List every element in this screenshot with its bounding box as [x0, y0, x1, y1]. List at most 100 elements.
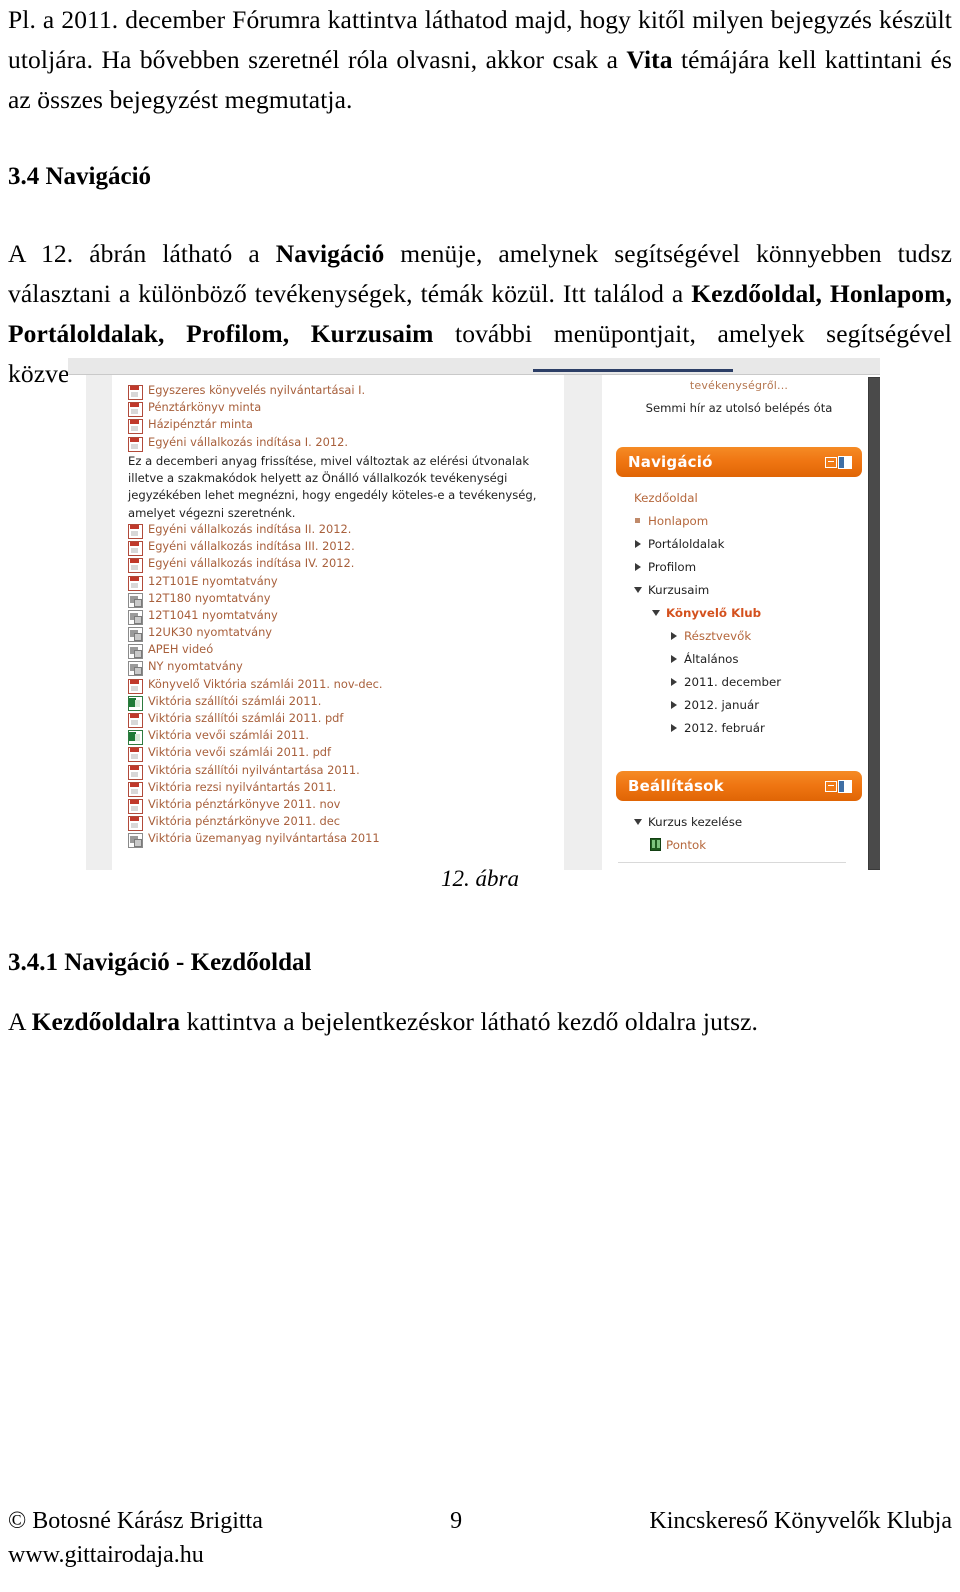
dock-block-icon[interactable] — [838, 455, 852, 469]
resource-link-label: Viktória szállítói nyilvántartása 2011. — [148, 762, 360, 777]
resource-link-row[interactable]: Könyvelő Viktória számlái 2011. nov-dec. — [128, 677, 558, 694]
nav-tree-item[interactable]: Portáloldalak — [618, 532, 862, 555]
resource-link-row[interactable]: Viktória szállítói nyilvántartása 2011. — [128, 763, 558, 780]
resource-link-row[interactable]: 12T1041 nyomtatvány — [128, 608, 558, 625]
resource-link-row[interactable]: 12T101E nyomtatvány — [128, 574, 558, 591]
resource-link-row[interactable]: Viktória szállítói számlái 2011. — [128, 694, 558, 711]
nav-tree-item[interactable]: 2012. február — [618, 716, 862, 739]
nav-tree-item[interactable]: Általános — [618, 647, 862, 670]
browser-tab-underline — [533, 369, 733, 372]
resource-link-row[interactable]: 12T180 nyomtatvány — [128, 591, 558, 608]
nav-tree-item-label: Könyvelő Klub — [666, 605, 762, 620]
footer-author: © Botosné Kárász Brigitta — [8, 1508, 263, 1534]
chevron-down-icon[interactable] — [650, 609, 661, 616]
navigation-block-controls[interactable] — [825, 455, 852, 469]
settings-block-title: Beállítások — [628, 777, 724, 795]
nav-tree-item[interactable]: 2012. január — [618, 693, 862, 716]
settings-block-controls[interactable] — [825, 779, 852, 793]
chevron-down-icon[interactable] — [632, 586, 643, 593]
collapse-block-icon[interactable] — [825, 456, 837, 468]
resource-link-label: Viktória pénztárkönyve 2011. dec — [148, 814, 340, 829]
chevron-right-glyph — [670, 723, 677, 732]
nav-tree-item[interactable]: Kurzus kezelése — [618, 810, 862, 833]
excel-icon — [128, 730, 143, 746]
chevron-right-icon[interactable] — [632, 539, 643, 548]
nav-tree-item[interactable]: Profilom — [618, 555, 862, 578]
resource-link-label: Viktória üzemanyag nyilvántartása 2011 — [148, 831, 380, 846]
resource-link-row[interactable]: Viktória pénztárkönyve 2011. dec — [128, 814, 558, 832]
paragraph-navigation-part-a: A 12. ábrán látható a — [8, 239, 276, 268]
resource-link-row[interactable]: Pénztárkönyv minta — [128, 400, 558, 418]
chevron-right-icon[interactable] — [668, 677, 679, 686]
resource-link-row[interactable]: NY nyomtatvány — [128, 659, 558, 677]
video-icon — [128, 609, 143, 625]
resource-link-row[interactable]: Viktória üzemanyag nyilvántartása 2011 — [128, 831, 558, 849]
chevron-right-icon[interactable] — [632, 562, 643, 571]
block-divider — [618, 862, 846, 863]
resource-link-label: Házipénztár minta — [148, 417, 253, 432]
right-side-column: tevékenységről... Semmi hír az utolsó be… — [616, 379, 862, 863]
collapse-block-icon[interactable] — [825, 780, 837, 792]
settings-block-header[interactable]: Beállítások — [616, 771, 862, 801]
pdf-icon — [128, 523, 143, 539]
resource-link-row[interactable]: Házipénztár minta — [128, 417, 558, 435]
nav-tree-item[interactable]: Könyvelő Klub — [618, 601, 862, 624]
resource-link-label: 12T1041 nyomtatvány — [148, 607, 278, 622]
left-gutter-rail — [86, 375, 112, 870]
nav-tree-item[interactable]: 2011. december — [618, 670, 862, 693]
nav-tree-item-label: Kurzus kezelése — [648, 814, 743, 829]
chevron-right-icon[interactable] — [668, 654, 679, 663]
chevron-right-icon[interactable] — [668, 723, 679, 732]
nav-tree-item[interactable]: Pontok — [618, 833, 862, 856]
bullet-square-icon[interactable] — [632, 518, 643, 523]
chevron-right-icon[interactable] — [668, 631, 679, 640]
resource-link-label: Egyéni vállalkozás indítása II. 2012. — [148, 521, 352, 536]
heading-3-4-1: 3.4.1 Navigáció - Kezdőoldal — [8, 949, 312, 976]
resource-link-row[interactable]: Egyéni vállalkozás indítása IV. 2012. — [128, 556, 558, 574]
resource-link-row[interactable]: 12UK30 nyomtatvány — [128, 625, 558, 643]
pdf-icon — [128, 541, 143, 557]
resource-link-label: Viktória vevői számlái 2011. pdf — [148, 745, 332, 760]
chevron-down-icon[interactable] — [632, 818, 643, 825]
browser-top-strip — [68, 358, 880, 375]
vertical-scrollbar[interactable] — [866, 375, 880, 870]
resource-note-text: Ez a decemberi anyag frissítése, mivel v… — [128, 453, 537, 520]
resource-link-label: 12T180 nyomtatvány — [148, 590, 271, 605]
nav-tree-item[interactable]: Kezdőoldal — [618, 486, 862, 509]
resource-link-label: APEH videó — [148, 642, 214, 657]
resource-link-row[interactable]: Egyéni vállalkozás indítása I. 2012. — [128, 435, 558, 452]
page-footer: © Botosné Kárász Brigitta www.gittairoda… — [8, 1504, 952, 1572]
paragraph-intro-bold-vita: Vita — [626, 45, 673, 74]
paragraph-intro: Pl. a 2011. december Fórumra kattintva l… — [8, 0, 952, 120]
resource-link-row[interactable]: Viktória pénztárkönyve 2011. nov — [128, 797, 558, 814]
chevron-right-glyph — [634, 539, 641, 548]
grid-icon[interactable] — [650, 838, 661, 851]
resource-link-row[interactable]: Egyéni vállalkozás indítása III. 2012. — [128, 539, 558, 557]
resource-link-row[interactable]: Egyéni vállalkozás indítása II. 2012. — [128, 522, 558, 539]
nav-tree-item-label: Portáloldalak — [648, 536, 725, 551]
paragraph-kezdooldal: A Kezdőoldalra kattintva a bejelentkezés… — [8, 1002, 952, 1042]
pdf-icon — [128, 747, 143, 763]
chevron-right-glyph — [670, 677, 677, 686]
pdf-icon — [128, 816, 143, 832]
pdf-icon — [128, 558, 143, 574]
nav-tree-item[interactable]: Honlapom — [618, 509, 862, 532]
resource-link-row[interactable]: Viktória szállítói számlái 2011. pdf — [128, 711, 558, 728]
resource-link-row[interactable]: APEH videó — [128, 642, 558, 660]
navigation-block-header[interactable]: Navigáció — [616, 447, 862, 477]
scrollbar-thumb[interactable] — [868, 377, 880, 870]
pdf-icon — [128, 764, 143, 780]
footer-copyright: © Botosné Kárász Brigitta www.gittairoda… — [8, 1504, 263, 1572]
resource-link-row[interactable]: Viktória vevői számlái 2011. — [128, 728, 558, 746]
nav-tree-item[interactable]: Kurzusaim — [618, 578, 862, 601]
video-icon — [128, 644, 143, 660]
navigation-block-title: Navigáció — [628, 453, 713, 471]
dock-block-icon[interactable] — [838, 779, 852, 793]
resource-link-label: Viktória vevői számlái 2011. — [148, 728, 309, 743]
nav-tree-item[interactable]: Résztvevők — [618, 624, 862, 647]
resource-link-row[interactable]: Viktória vevői számlái 2011. pdf — [128, 745, 558, 763]
nav-tree-item-label: Általános — [684, 651, 739, 666]
resource-link-row[interactable]: Egyszeres könyvelés nyilvántartásai I. — [128, 383, 558, 400]
chevron-right-icon[interactable] — [668, 700, 679, 709]
resource-link-row[interactable]: Viktória rezsi nyilvántartás 2011. — [128, 780, 558, 797]
